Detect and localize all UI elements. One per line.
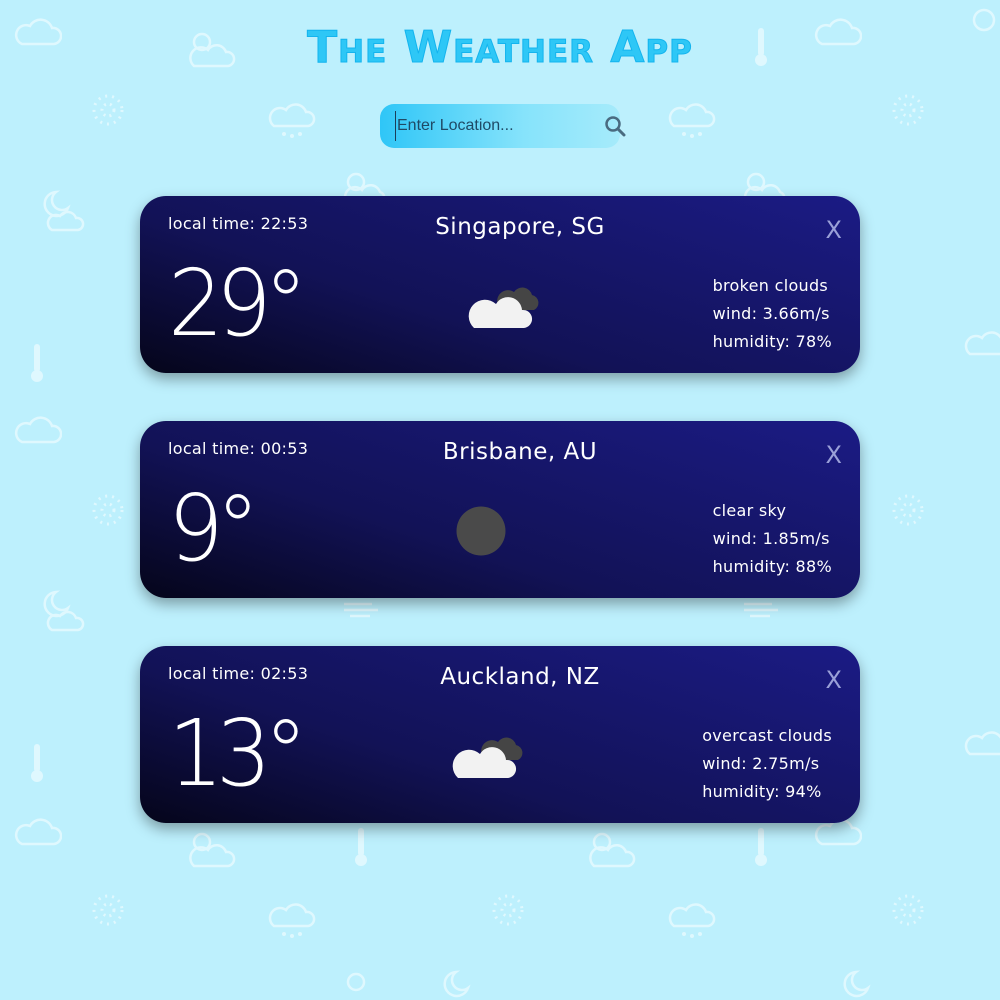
cloud-icon (14, 818, 62, 846)
wind-speed: wind: 1.85m/s (712, 529, 830, 548)
broken-clouds-icon (468, 287, 539, 328)
city-name: Brisbane, AU (442, 439, 598, 465)
snow-icon (892, 94, 924, 126)
wind-icon (744, 602, 778, 618)
rain-cloud-icon (668, 903, 716, 938)
close-button[interactable]: X (826, 441, 842, 469)
moon-cloud-icon (843, 970, 871, 998)
snow-icon (892, 894, 924, 926)
snow-icon (92, 494, 124, 526)
temperature: 29° (168, 250, 308, 357)
rain-cloud-icon (668, 103, 716, 138)
weather-card: local time: 02:53 Auckland, NZ X 13° ove… (140, 646, 860, 823)
condition: overcast clouds (702, 726, 832, 745)
condition: clear sky (712, 501, 787, 520)
app-title: The Weather App (307, 22, 693, 74)
weather-card: local time: 00:53 Brisbane, AU X 9° clea… (140, 421, 860, 598)
weather-details: clear sky wind: 1.85m/s humidity: 88% (713, 497, 832, 581)
weather-card: local time: 22:53 Singapore, SG X 29° br… (140, 196, 860, 373)
snow-icon (892, 494, 924, 526)
weather-details: broken clouds wind: 3.66m/s humidity: 78… (713, 272, 832, 356)
snow-icon (92, 894, 124, 926)
location-search-input[interactable] (395, 111, 604, 141)
wind-speed: wind: 2.75m/s (702, 754, 820, 773)
rain-cloud-icon (964, 331, 1000, 356)
city-name: Singapore, SG (435, 214, 605, 240)
sun-cloud-icon (189, 832, 236, 868)
sun-cloud-icon (346, 972, 366, 992)
humidity: humidity: 88% (712, 557, 832, 576)
rain-cloud-icon (964, 731, 1000, 756)
city-name: Auckland, NZ (440, 664, 600, 690)
rain-cloud-icon (268, 103, 316, 138)
moon-cloud-icon (43, 190, 85, 232)
rain-cloud-icon (268, 903, 316, 938)
search-bar (380, 104, 626, 148)
thermometer-icon (31, 744, 43, 782)
wind-speed: wind: 3.66m/s (712, 304, 830, 323)
overcast-clouds-icon (452, 737, 523, 778)
snow-icon (92, 94, 124, 126)
wind-icon (344, 602, 378, 618)
moon-cloud-icon (43, 590, 85, 632)
close-button[interactable]: X (826, 666, 842, 694)
cloud-icon (14, 416, 62, 444)
thermometer-icon (355, 828, 367, 866)
temperature: 9° (168, 475, 260, 582)
temperature: 13° (168, 700, 308, 807)
condition: broken clouds (712, 276, 829, 295)
humidity: humidity: 94% (702, 782, 822, 801)
humidity: humidity: 78% (712, 332, 832, 351)
weather-details: overcast clouds wind: 2.75m/s humidity: … (702, 722, 832, 806)
thermometer-icon (755, 828, 767, 866)
close-button[interactable]: X (826, 216, 842, 244)
search-icon[interactable] (604, 114, 626, 138)
thermometer-icon (31, 344, 43, 382)
clear-sky-night-icon (456, 506, 506, 556)
moon-cloud-icon (443, 970, 471, 998)
sun-cloud-icon (589, 832, 636, 868)
snow-icon (492, 894, 524, 926)
